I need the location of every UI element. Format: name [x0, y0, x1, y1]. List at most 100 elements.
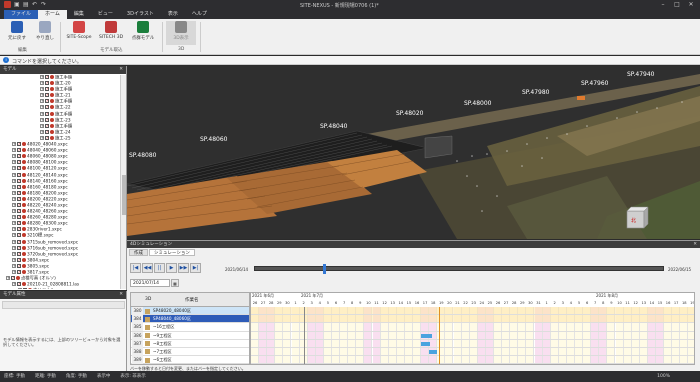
- play-button[interactable]: ▶: [166, 263, 177, 273]
- visibility-checkbox[interactable]: ✓: [45, 111, 49, 116]
- expand-icon[interactable]: +: [40, 105, 44, 110]
- visibility-checkbox[interactable]: ✓: [17, 227, 21, 232]
- visibility-checkbox[interactable]: ✓: [17, 154, 21, 159]
- visibility-checkbox[interactable]: ✓: [17, 160, 21, 165]
- site-scope-button[interactable]: SITE-Scope: [64, 21, 94, 45]
- gantt-task-bar[interactable]: [421, 341, 430, 346]
- expand-icon[interactable]: +: [12, 270, 16, 274]
- tab-simulation[interactable]: シミュレーション: [149, 249, 195, 256]
- go-end-button[interactable]: ▶|: [190, 263, 201, 273]
- expand-icon[interactable]: +: [40, 93, 44, 98]
- expand-icon[interactable]: +: [12, 221, 16, 226]
- tab-create[interactable]: 作成: [129, 249, 148, 256]
- gantt-task-bar[interactable]: [421, 333, 432, 338]
- expand-icon[interactable]: +: [12, 251, 16, 256]
- expand-icon[interactable]: +: [40, 81, 44, 86]
- visibility-checkbox[interactable]: ✓: [45, 93, 49, 98]
- visibility-checkbox[interactable]: ✓: [17, 221, 21, 226]
- visibility-checkbox[interactable]: ✓: [17, 190, 21, 195]
- sitech-3d-button[interactable]: SITECH 3D: [96, 21, 126, 45]
- expand-icon[interactable]: +: [12, 166, 16, 171]
- tab-view[interactable]: ビュー: [91, 10, 120, 19]
- expand-icon[interactable]: +: [40, 123, 44, 128]
- expand-icon[interactable]: +: [12, 202, 16, 207]
- visibility-checkbox[interactable]: ✓: [17, 245, 21, 250]
- status-display[interactable]: 表示中: [97, 371, 111, 382]
- close-icon[interactable]: ✕: [119, 291, 123, 299]
- expand-icon[interactable]: +: [18, 288, 22, 289]
- undo-icon[interactable]: ↶: [32, 1, 38, 8]
- tab-3d-illust[interactable]: 3Dイラスト: [120, 10, 161, 19]
- save-icon[interactable]: ▣: [14, 1, 20, 8]
- expand-icon[interactable]: +: [6, 276, 10, 281]
- expand-icon[interactable]: +: [12, 184, 16, 189]
- expand-icon[interactable]: +: [12, 172, 16, 177]
- expand-icon[interactable]: +: [12, 239, 16, 244]
- visibility-checkbox[interactable]: ✓: [45, 129, 49, 134]
- tab-help[interactable]: ヘルプ: [185, 10, 214, 19]
- visibility-checkbox[interactable]: ✓: [17, 142, 21, 147]
- status-coord[interactable]: 座標: 手動: [4, 371, 25, 382]
- visibility-checkbox[interactable]: ✓: [17, 263, 21, 268]
- visibility-checkbox[interactable]: ✓: [17, 148, 21, 153]
- expand-icon[interactable]: +: [40, 75, 44, 79]
- gantt-task-bar[interactable]: [429, 350, 438, 354]
- go-start-button[interactable]: |◀: [130, 263, 141, 273]
- expand-icon[interactable]: +: [12, 263, 16, 268]
- visibility-checkbox[interactable]: ✓: [17, 239, 21, 244]
- fast-forward-button[interactable]: ▶▶: [178, 263, 189, 273]
- calendar-icon[interactable]: ▦: [171, 279, 179, 287]
- expand-icon[interactable]: +: [12, 160, 16, 165]
- task-row[interactable]: 389 ~6工程区: [131, 356, 249, 364]
- task-row[interactable]: 386 ~9工程区: [131, 331, 249, 340]
- task-row[interactable]: 387 ~8工程区: [131, 339, 249, 348]
- point-cloud-model-button[interactable]: 点群モデル: [128, 21, 158, 45]
- expand-icon[interactable]: +: [12, 154, 16, 159]
- maximize-button[interactable]: □: [670, 0, 684, 10]
- visibility-checkbox[interactable]: ✓: [17, 202, 21, 207]
- status-distance[interactable]: 距離: 手動: [35, 371, 56, 382]
- gantt-chart[interactable]: 2021 年6月 2021 年7月 2021 年8月 26 27 28 29 30 1 2 3 4 5 6…: [250, 292, 695, 365]
- tab-display[interactable]: 表示: [161, 10, 185, 19]
- visibility-checkbox[interactable]: ✓: [17, 215, 21, 220]
- status-visibility[interactable]: 表示: 非表示: [120, 371, 145, 382]
- rewind-button[interactable]: ◀◀: [142, 263, 153, 273]
- expand-icon[interactable]: +: [40, 135, 44, 140]
- task-row[interactable]: 385 ~16工程区: [131, 323, 249, 332]
- visibility-checkbox[interactable]: ✓: [45, 81, 49, 86]
- expand-icon[interactable]: +: [40, 129, 44, 134]
- expand-icon[interactable]: +: [40, 117, 44, 122]
- task-row[interactable]: 384 SP48040_48060区: [131, 315, 249, 324]
- expand-icon[interactable]: +: [12, 178, 16, 183]
- visibility-checkbox[interactable]: ✓: [45, 99, 49, 104]
- visibility-checkbox[interactable]: ✓: [17, 178, 21, 183]
- close-button[interactable]: ✕: [684, 0, 698, 10]
- expand-icon[interactable]: +: [12, 196, 16, 201]
- visibility-checkbox[interactable]: ✓: [23, 288, 27, 289]
- status-angle[interactable]: 角度: 手動: [66, 371, 87, 382]
- redo-icon[interactable]: ↷: [41, 1, 47, 8]
- expand-icon[interactable]: +: [12, 245, 16, 250]
- expand-icon[interactable]: +: [40, 111, 44, 116]
- undo-button[interactable]: 元に戻す: [2, 21, 32, 45]
- pause-button[interactable]: ||: [154, 263, 165, 273]
- current-date-field[interactable]: 2021/07/14: [130, 279, 170, 287]
- visibility-checkbox[interactable]: ✓: [17, 166, 21, 171]
- expand-icon[interactable]: +: [12, 215, 16, 220]
- timeline-slider-knob[interactable]: [323, 264, 326, 274]
- 3d-display-button[interactable]: 3D表示: [166, 21, 196, 45]
- expand-icon[interactable]: +: [12, 233, 16, 238]
- timeline-slider[interactable]: [254, 264, 664, 274]
- tab-edit[interactable]: 編集: [67, 10, 91, 19]
- visibility-checkbox[interactable]: ✓: [45, 75, 49, 79]
- expand-icon[interactable]: +: [12, 142, 16, 147]
- expand-icon[interactable]: +: [12, 257, 16, 262]
- visibility-checkbox[interactable]: ✓: [45, 87, 49, 92]
- task-row[interactable]: 380 SP48020_48040区: [131, 307, 249, 316]
- redo-button[interactable]: やり直し: [30, 21, 60, 45]
- visibility-checkbox[interactable]: ✓: [11, 276, 15, 281]
- expand-icon[interactable]: +: [40, 99, 44, 104]
- expand-icon[interactable]: +: [12, 148, 16, 153]
- visibility-checkbox[interactable]: ✓: [45, 105, 49, 110]
- visibility-checkbox[interactable]: ✓: [17, 251, 21, 256]
